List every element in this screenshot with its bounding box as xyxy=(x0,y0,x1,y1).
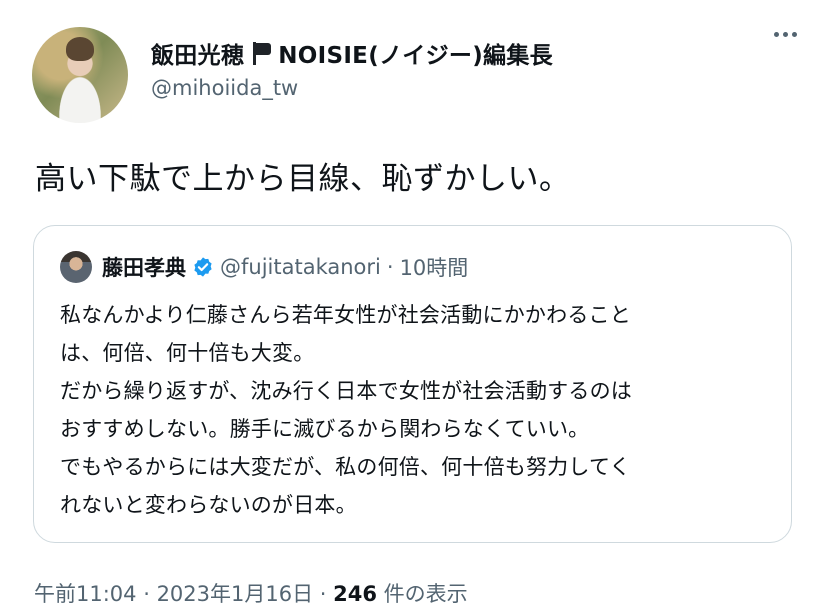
author-avatar[interactable] xyxy=(32,27,128,123)
quote-line: おすすめしない。勝手に滅びるから関わらなくていい。 xyxy=(60,417,590,441)
quote-line: れないと変わらないのが日本。 xyxy=(60,493,357,517)
tweet-meta: 午前11:04 · 2023年1月16日 · 246 件の表示 xyxy=(34,578,468,608)
quote-line: でもやるからには大変だが、私の何倍、何十倍も努力してく xyxy=(60,455,631,479)
verified-badge-icon xyxy=(194,257,212,277)
quote-time: 10時間 xyxy=(399,256,469,280)
author-handle[interactable]: @mihoiida_tw xyxy=(151,76,298,100)
view-count-label: 件の表示 xyxy=(376,582,468,606)
quote-body: 私なんかより仁藤さんら若年女性が社会活動にかかわること は、何倍、何十倍も大変。… xyxy=(60,296,780,524)
author-name[interactable]: 飯田光穂 xyxy=(151,36,244,70)
tweet-text: 高い下駄で上から目線、恥ずかしい。 xyxy=(35,161,571,197)
meta-separator: · xyxy=(136,582,157,606)
author-name-row[interactable]: 飯田光穂 NOISIE(ノイジー)編集長 xyxy=(151,36,553,70)
quote-author-avatar xyxy=(60,251,92,283)
more-options-icon[interactable] xyxy=(774,32,797,37)
quote-author-handle: @fujitatakanori xyxy=(220,255,381,279)
quote-line: は、何倍、何十倍も大変。 xyxy=(60,341,315,365)
quote-line: 私なんかより仁藤さんら若年女性が社会活動にかかわること xyxy=(60,303,631,327)
quote-separator: · xyxy=(386,255,394,279)
author-name-suffix[interactable]: NOISIE(ノイジー)編集長 xyxy=(278,36,553,70)
quoted-tweet[interactable]: 藤田孝典 @fujitatakanori · 10時間 私なんかより仁藤さんら若… xyxy=(33,225,792,543)
view-count: 246 xyxy=(333,582,377,606)
quote-header: 藤田孝典 @fujitatakanori · 10時間 xyxy=(102,252,468,282)
tweet-time[interactable]: 午前11:04 xyxy=(34,582,137,606)
quote-author-name: 藤田孝典 xyxy=(102,256,186,280)
black-flag-icon xyxy=(250,41,272,65)
tweet-date[interactable]: 2023年1月16日 xyxy=(157,582,314,606)
quote-line: だから繰り返すが、沈み行く日本で女性が社会活動するのは xyxy=(60,379,632,403)
meta-separator: · xyxy=(313,582,334,606)
